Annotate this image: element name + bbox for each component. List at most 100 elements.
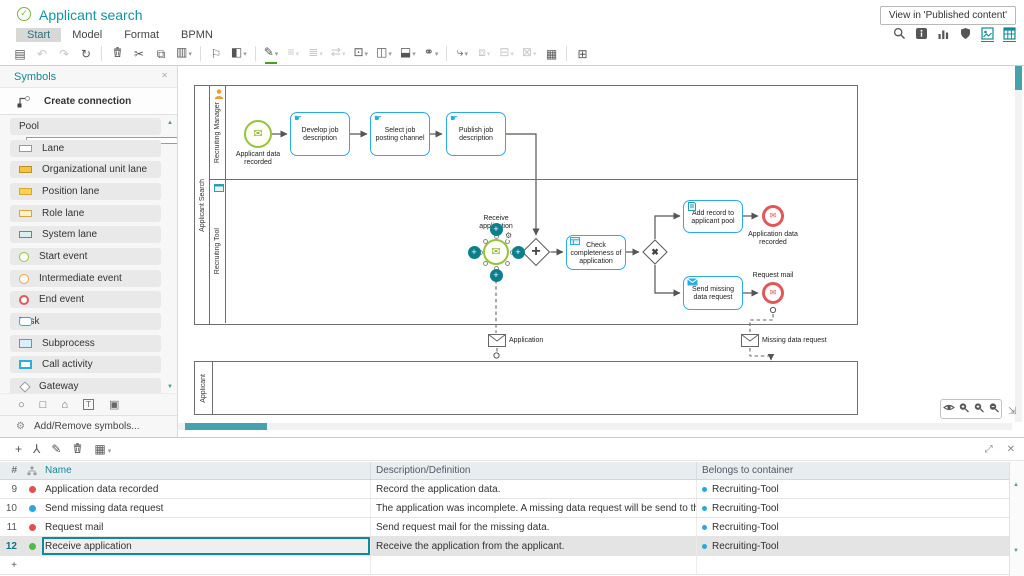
element-settings-gear-icon[interactable]: ⚙ [505,231,512,240]
symbol-item-lane[interactable]: Lane [10,140,161,157]
task-add-record-applicant-pool[interactable]: Add record to applicant pool [683,200,743,233]
table-options-icon[interactable]: ▦ [94,442,111,456]
close-icon[interactable]: ✕ [161,71,168,80]
add-row-plus-icon[interactable]: + [0,560,22,571]
refresh-icon[interactable]: ↻ [79,47,93,61]
table-row-selected[interactable]: 12 Receive application Receive the appli… [0,537,1024,556]
create-connection-icon[interactable]: ⅄ [33,442,40,456]
cell-container[interactable]: Recruiting-Tool [712,541,779,552]
table-row[interactable]: 10 Send missing data request The applica… [0,499,1024,518]
pentagon-shape-icon[interactable]: ⌂ [61,399,68,411]
canvas-horizontal-scrollbar[interactable] [178,423,1012,430]
cell-container[interactable]: Recruiting-Tool [712,522,779,533]
square-shape-icon[interactable]: □ [40,399,47,411]
copy-icon[interactable]: ⧉ [154,47,168,61]
link-icon[interactable]: ⚭ [424,45,439,62]
paste-icon[interactable]: ▥ [176,45,192,62]
align-icon[interactable]: ⧈ [477,45,491,62]
canvas-vertical-scrollbar[interactable] [1015,66,1022,422]
zoom-reset-icon[interactable] [958,400,970,418]
cut-icon[interactable]: ✂ [132,47,146,61]
task-publish-job-description[interactable]: ☛ Publish job description [446,112,506,156]
image-shape-icon[interactable]: ▣ [109,398,119,411]
cell-description[interactable]: Receive the application from the applica… [376,541,564,552]
task-send-missing-data-request[interactable]: Send missing data request [683,276,743,310]
edit-icon[interactable]: ✎ [51,442,61,456]
expand-panel-icon[interactable]: ⤢ [985,444,993,455]
symbol-item-subprocess[interactable]: Subprocess [10,335,161,352]
undo-icon[interactable]: ↶ [35,47,49,61]
pool-applicant[interactable]: Applicant [194,361,858,415]
badge-icon[interactable] [959,27,972,40]
symbol-item-system-lane[interactable]: System lane [10,226,161,243]
add-remove-symbols-button[interactable]: ⚙ Add/Remove symbols... [0,415,177,437]
replace-symbol-icon[interactable]: ◫ [376,45,392,62]
column-header-name[interactable]: Name [42,462,371,479]
symbol-item-end-event[interactable]: End event [10,291,161,308]
new-comment-icon[interactable]: ⊞ [575,47,589,61]
circle-shape-icon[interactable]: ○ [18,399,25,411]
table-add-row[interactable]: + [0,556,1024,575]
edit-symbol-icon[interactable]: ⊡ [353,45,368,62]
quick-connect-bottom-icon[interactable]: + [490,269,503,282]
symbol-item-position-lane[interactable]: Position lane [10,183,161,200]
symbol-item-intermediate-event[interactable]: Intermediate event [10,270,161,287]
quick-connect-top-icon[interactable]: + [490,223,503,236]
symbol-item-role-lane[interactable]: Role lane [10,205,161,222]
symbol-item-start-event[interactable]: Start event [10,248,161,265]
tab-model[interactable]: Model [61,28,113,42]
symbol-item-task[interactable]: Task [10,313,161,330]
task-check-completeness[interactable]: Check completeness of application [566,235,626,270]
symbol-item-pool[interactable]: Pool [10,118,161,135]
callout-icon[interactable]: ⬓ [400,45,416,62]
cell-description[interactable]: Send request mail for the missing data. [376,522,549,533]
chart-icon[interactable] [937,27,950,40]
start-event-applicant-data-recorded[interactable]: ✉ [244,120,272,148]
column-header-container[interactable]: Belongs to container [697,465,1009,476]
cell-name[interactable]: Send missing data request [45,503,163,514]
symbols-panel-icon[interactable] [981,27,994,40]
column-header-number[interactable]: # [0,465,22,476]
line-style-icon[interactable]: ≡ [286,45,300,62]
scroll-up-icon[interactable]: ▲ [167,120,173,126]
message-missing-data-request[interactable] [741,334,759,347]
redo-icon[interactable]: ↷ [57,47,71,61]
scroll-down-icon[interactable]: ▼ [167,384,173,390]
tab-bpmn[interactable]: BPMN [170,28,224,42]
column-header-description[interactable]: Description/Definition [371,462,697,479]
add-symbol-icon[interactable]: + [15,442,22,456]
cell-name[interactable]: Request mail [45,522,103,533]
text-shape-icon[interactable]: T [83,399,94,410]
delete-icon[interactable] [110,46,124,61]
scrollbar-thumb[interactable] [185,423,267,430]
fill-color-icon[interactable]: ◧ [231,45,247,62]
scrollbar-thumb[interactable] [1015,66,1022,90]
tab-format[interactable]: Format [113,28,170,42]
pool-label-column[interactable]: Applicant [195,362,213,414]
end-event-application-data-recorded[interactable]: ✉ [762,205,784,227]
attributes-info-icon[interactable] [915,27,928,40]
pool-label-column[interactable]: Applicant Search [195,86,210,324]
swap-connection-icon[interactable]: ⇄ [331,45,346,62]
scroll-down-icon[interactable]: ▼ [1013,548,1019,554]
close-panel-icon[interactable]: ✕ [1007,444,1015,455]
create-connection-button[interactable]: Create connection [0,87,177,115]
pen-color-icon[interactable]: ✎ [264,45,279,62]
cell-name[interactable]: Receive application [45,541,132,552]
end-event-request-mail[interactable]: ✉ [762,282,784,304]
table-panel-icon[interactable] [1003,27,1016,40]
attributes-icon[interactable]: ▦ [544,47,558,61]
message-application[interactable] [488,334,506,347]
format-painter-icon[interactable]: ⚐ [209,47,223,61]
table-vertical-scrollbar[interactable]: ▲ ▼ [1009,462,1024,576]
scroll-up-icon[interactable]: ▲ [1013,482,1019,488]
match-size-icon[interactable]: ⊟ [499,45,514,62]
overview-eye-icon[interactable] [943,400,955,418]
cell-description[interactable]: The application was incomplete. A missin… [376,503,697,514]
tab-start[interactable]: Start [16,28,61,42]
symbol-item-call-activity[interactable]: Call activity [10,356,161,373]
cell-name[interactable]: Application data recorded [45,484,158,495]
table-row[interactable]: 9 Application data recorded Record the a… [0,480,1024,499]
cell-description[interactable]: Record the application data. [376,484,501,495]
table-row[interactable]: 11 Request mail Send request mail for th… [0,518,1024,537]
